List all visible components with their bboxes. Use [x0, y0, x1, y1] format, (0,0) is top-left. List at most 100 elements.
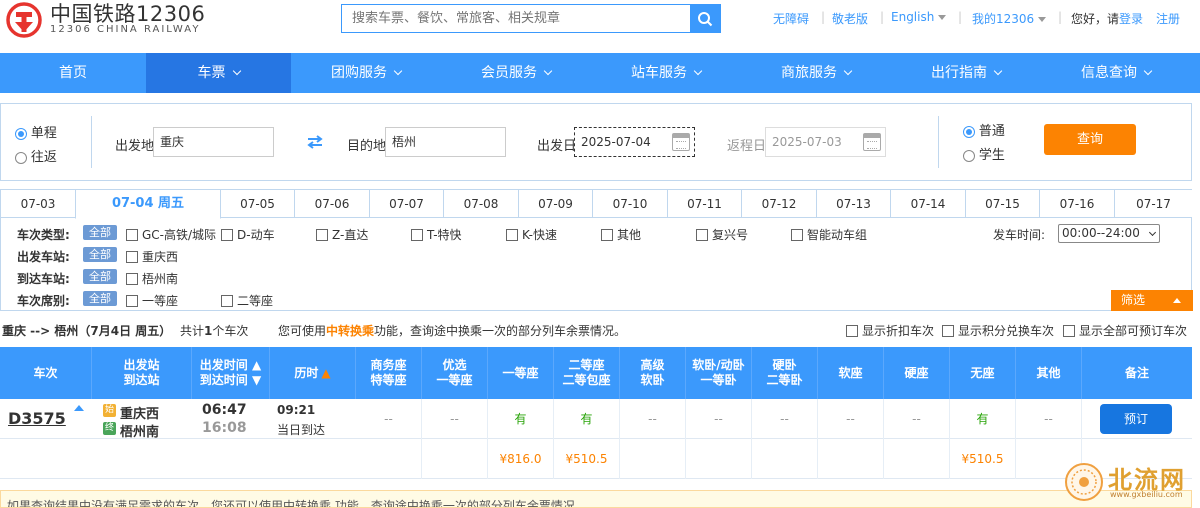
- to-station-checkbox[interactable]: 梧州南: [126, 270, 178, 287]
- screen-label: 筛选: [1121, 293, 1146, 307]
- normal-radio[interactable]: 普通: [963, 120, 1005, 139]
- date-tab[interactable]: 07-11: [668, 190, 742, 218]
- nav-item-info[interactable]: 信息查询: [1041, 53, 1191, 93]
- type-checkbox[interactable]: 智能动车组: [791, 226, 867, 243]
- date-tab[interactable]: 07-15: [966, 190, 1040, 218]
- roundtrip-radio[interactable]: 往返: [15, 146, 57, 165]
- seat-second[interactable]: 有: [554, 399, 620, 439]
- route-text: 重庆 --> 梧州（7月4日 周五）: [2, 324, 172, 338]
- date-tab[interactable]: 07-07: [370, 190, 444, 218]
- type-checkbox[interactable]: 其他: [601, 226, 641, 243]
- nav-item-member[interactable]: 会员服务: [441, 53, 591, 93]
- chevron-down-icon: [1148, 228, 1157, 237]
- to-input[interactable]: 梧州: [385, 127, 506, 157]
- main-nav: 首页 车票 团购服务 会员服务 站车服务 商旅服务 出行指南 信息查询: [0, 53, 1200, 93]
- date-tab[interactable]: 07-06: [295, 190, 370, 218]
- arrive-day: 当日到达: [277, 423, 326, 437]
- col-header-sortable[interactable]: 出发时间 ▲ 到达时间 ▼: [192, 347, 270, 399]
- seat-first[interactable]: 有: [488, 399, 554, 439]
- language-dropdown[interactable]: English: [891, 10, 947, 24]
- from-input[interactable]: 重庆: [153, 127, 274, 157]
- type-checkbox[interactable]: GC-高铁/城际: [126, 226, 216, 243]
- swap-icon[interactable]: [306, 135, 324, 149]
- student-radio[interactable]: 学生: [963, 144, 1005, 163]
- date-tab-active[interactable]: 07-04 周五: [75, 189, 221, 219]
- register-link[interactable]: 注册: [1156, 10, 1180, 27]
- date-tab[interactable]: 07-10: [593, 190, 668, 218]
- date-tab[interactable]: 07-16: [1040, 190, 1115, 218]
- train-detail-toggle-icon[interactable]: [74, 405, 84, 411]
- nav-item-group[interactable]: 团购服务: [291, 53, 441, 93]
- chevron-down-icon: [938, 15, 947, 20]
- search-input[interactable]: [342, 5, 690, 32]
- date-tab[interactable]: 07-12: [742, 190, 817, 218]
- type-checkbox[interactable]: Z-直达: [316, 226, 368, 243]
- seat-checkbox[interactable]: 一等座: [126, 292, 178, 309]
- search-button[interactable]: [690, 5, 720, 32]
- book-button[interactable]: 预订: [1100, 404, 1172, 434]
- header-text: 二等包座: [562, 373, 611, 387]
- return-date-input[interactable]: 2025-07-03: [765, 127, 886, 157]
- depart-label: 出发日: [537, 139, 577, 154]
- from-station-label: 出发车站:: [17, 250, 70, 264]
- date-tab[interactable]: 07-05: [221, 190, 295, 218]
- terminal-badge: 终: [103, 422, 116, 435]
- nav-item-tickets[interactable]: 车票: [146, 53, 291, 93]
- depart-time-select[interactable]: 00:00--24:00: [1058, 224, 1160, 243]
- calendar-icon[interactable]: [863, 133, 881, 151]
- all-types-button[interactable]: 全部: [83, 225, 117, 240]
- price-business: [356, 439, 422, 479]
- all-seats-button[interactable]: 全部: [83, 291, 117, 306]
- depart-date-input[interactable]: 2025-07-04: [574, 127, 695, 157]
- chevron-up-icon: [1173, 298, 1181, 303]
- discount-checkbox[interactable]: 显示折扣车次: [846, 322, 934, 339]
- screen-button[interactable]: 筛选: [1111, 290, 1193, 311]
- date-tabs: 07-03 07-04 周五 07-05 07-06 07-07 07-08 0…: [0, 189, 1192, 219]
- checkbox-icon: [601, 229, 613, 241]
- all-bookable-checkbox[interactable]: 显示全部可预订车次: [1063, 322, 1187, 339]
- date-tab[interactable]: 07-13: [817, 190, 891, 218]
- railway-logo-icon[interactable]: [6, 2, 42, 38]
- seat-checkbox[interactable]: 二等座: [221, 292, 273, 309]
- train-number-link[interactable]: D3575: [8, 409, 66, 428]
- from-station-checkbox[interactable]: 重庆西: [126, 248, 178, 265]
- checkbox-icon: [126, 295, 138, 307]
- date-tab[interactable]: 07-14: [891, 190, 966, 218]
- type-checkbox[interactable]: 复兴号: [696, 226, 748, 243]
- nav-item-home[interactable]: 首页: [0, 53, 146, 93]
- date-tab[interactable]: 07-03: [1, 190, 76, 218]
- oneway-radio[interactable]: 单程: [15, 122, 57, 141]
- my12306-dropdown[interactable]: 我的12306: [972, 10, 1047, 27]
- nav-item-business[interactable]: 商旅服务: [741, 53, 891, 93]
- type-checkbox[interactable]: D-动车: [221, 226, 275, 243]
- checkbox-icon: [411, 229, 423, 241]
- to-station[interactable]: 梧州南: [120, 421, 159, 440]
- header-text: 一等座: [436, 373, 473, 387]
- nav-label: 站车服务: [631, 65, 687, 81]
- nav-item-guide[interactable]: 出行指南: [891, 53, 1041, 93]
- date-tab[interactable]: 07-08: [444, 190, 519, 218]
- date-tab[interactable]: 07-17: [1115, 190, 1192, 218]
- type-checkbox[interactable]: K-快速: [506, 226, 557, 243]
- from-station[interactable]: 重庆西: [120, 403, 159, 422]
- nav-label: 首页: [59, 65, 87, 81]
- all-to-button[interactable]: 全部: [83, 269, 117, 284]
- points-checkbox[interactable]: 显示积分兑换车次: [942, 322, 1054, 339]
- checkbox-icon: [791, 229, 803, 241]
- header-text: 备注: [1124, 365, 1149, 380]
- all-from-button[interactable]: 全部: [83, 247, 117, 262]
- login-link[interactable]: 登录: [1119, 10, 1143, 27]
- elderly-mode-link[interactable]: 敬老版: [832, 10, 868, 27]
- calendar-icon[interactable]: [672, 133, 690, 151]
- type-label: 智能动车组: [807, 228, 868, 242]
- accessibility-link[interactable]: 无障碍: [773, 10, 809, 27]
- date-tab[interactable]: 07-09: [519, 190, 593, 218]
- query-button[interactable]: 查询: [1044, 124, 1136, 155]
- chevron-down-icon: [693, 66, 703, 76]
- seat-standing[interactable]: 有: [950, 399, 1016, 439]
- col-header-sortable[interactable]: 历时 ▲: [270, 347, 356, 399]
- transfer-link[interactable]: 中转换乘: [326, 324, 374, 338]
- col-header: 出发站 到达站: [92, 347, 192, 399]
- nav-item-station[interactable]: 站车服务: [591, 53, 741, 93]
- type-checkbox[interactable]: T-特快: [411, 226, 462, 243]
